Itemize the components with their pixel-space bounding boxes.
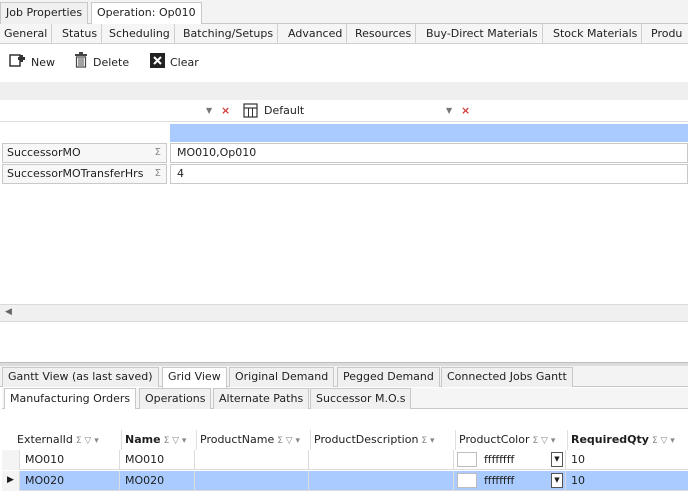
column-header-required-qty[interactable]: RequiredQty Σ ▽ ▾ xyxy=(568,430,688,450)
tab-successor-mos[interactable]: Successor M.O.s xyxy=(310,388,412,409)
table-row[interactable]: ▶ MO020 MO020 ffffffff ▼ 10 xyxy=(2,471,688,491)
subtab-produ[interactable]: Produ xyxy=(647,24,686,43)
tab-gantt-view[interactable]: Gantt View (as last saved) xyxy=(2,367,159,387)
subtab-general[interactable]: General xyxy=(0,24,53,43)
property-label-successor-mo: SuccessorMO Σ xyxy=(2,143,167,163)
cell-product-color[interactable]: ffffffff ▼ xyxy=(454,450,566,470)
column-header-label: ProductDescription xyxy=(314,433,419,446)
grid-sub-tab-bar: Manufacturing Orders Operations Alternat… xyxy=(2,388,688,409)
horizontal-scrollbar[interactable]: ◀ xyxy=(0,304,688,322)
color-swatch[interactable] xyxy=(457,452,477,467)
group-by-band xyxy=(0,82,688,100)
sigma-icon[interactable]: Σ xyxy=(155,165,161,183)
property-label-successor-mo-transfer-hrs: SuccessorMOTransferHrs Σ xyxy=(2,164,167,184)
tab-grid-view[interactable]: Grid View xyxy=(162,367,227,388)
cell-external-id[interactable]: MO020 xyxy=(20,471,120,491)
tab-connected-jobs-gantt[interactable]: Connected Jobs Gantt xyxy=(441,367,573,387)
cell-product-name[interactable] xyxy=(195,471,309,491)
clear-label: Clear xyxy=(170,56,199,69)
trash-icon xyxy=(74,52,88,74)
subtab-buy-direct-materials[interactable]: Buy-Direct Materials xyxy=(422,24,543,43)
new-button[interactable]: New xyxy=(9,53,55,74)
new-label: New xyxy=(31,56,55,69)
scroll-left-icon[interactable]: ◀ xyxy=(5,307,12,317)
cell-required-qty[interactable]: 10 xyxy=(566,450,688,470)
cell-external-id[interactable]: MO010 xyxy=(20,450,120,470)
column-header-label: RequiredQty xyxy=(571,433,649,446)
color-swatch[interactable] xyxy=(457,473,477,488)
subtab-resources[interactable]: Resources xyxy=(351,24,417,43)
row-indicator-current-icon[interactable]: ▶ xyxy=(2,471,20,491)
tab-alternate-paths[interactable]: Alternate Paths xyxy=(213,388,310,409)
toolbar: New Delete Clear xyxy=(0,44,688,82)
column-header-product-color[interactable]: ProductColor Σ ▽ ▾ xyxy=(456,430,568,450)
cell-product-color[interactable]: ffffffff ▼ xyxy=(454,471,566,491)
clear-button[interactable]: Clear xyxy=(150,52,199,74)
column-sum-filter-icon[interactable]: Σ ▽ ▾ xyxy=(164,436,187,446)
subtab-advanced[interactable]: Advanced xyxy=(284,24,348,43)
property-name: SuccessorMO xyxy=(7,146,81,159)
sigma-icon[interactable]: Σ xyxy=(155,144,161,162)
column-sum-filter-icon[interactable]: Σ ▽ ▾ xyxy=(652,436,675,446)
tab-pegged-demand[interactable]: Pegged Demand xyxy=(337,367,440,387)
color-value: ffffffff xyxy=(484,453,515,466)
color-value: ffffffff xyxy=(484,474,515,487)
column-header-external-id[interactable]: ExternalId Σ ▽ ▾ xyxy=(14,430,122,450)
bottom-tab-bar: Gantt View (as last saved) Grid View Ori… xyxy=(0,366,688,388)
subtab-scheduling[interactable]: Scheduling xyxy=(105,24,175,43)
cell-required-qty[interactable]: 10 xyxy=(566,471,688,491)
column-header-label: ProductName xyxy=(200,433,275,446)
column-header-label: Name xyxy=(125,433,161,446)
subtab-stock-materials[interactable]: Stock Materials xyxy=(549,24,643,43)
filter-dropdown-icon[interactable]: ▼ xyxy=(206,106,212,115)
layout-clear-icon[interactable]: × xyxy=(461,104,470,117)
column-header-label: ExternalId xyxy=(17,433,73,446)
table-row[interactable]: MO010 MO010 ffffffff ▼ 10 xyxy=(2,450,688,470)
property-name: SuccessorMOTransferHrs xyxy=(7,167,144,180)
new-icon xyxy=(9,53,26,74)
cell-product-description[interactable] xyxy=(309,471,454,491)
subtab-status[interactable]: Status xyxy=(58,24,103,43)
tab-manufacturing-orders[interactable]: Manufacturing Orders xyxy=(4,388,137,409)
column-header-product-description[interactable]: ProductDescription Σ ▾ xyxy=(311,430,456,450)
row-indicator[interactable] xyxy=(2,450,20,470)
property-value-successor-mo[interactable]: MO010,Op010 xyxy=(170,143,688,163)
delete-label: Delete xyxy=(93,56,130,69)
filter-clear-icon[interactable]: × xyxy=(221,104,230,117)
column-sum-filter-icon[interactable]: Σ ▽ ▾ xyxy=(76,436,99,446)
filter-bar: ▼ × Default ▼ × xyxy=(0,100,688,122)
column-sum-filter-icon[interactable]: Σ ▽ ▾ xyxy=(533,436,556,446)
cell-product-name[interactable] xyxy=(195,450,309,470)
layout-dropdown-icon[interactable]: ▼ xyxy=(446,106,452,115)
column-header-label: ProductColor xyxy=(459,433,530,446)
layout-grid-icon xyxy=(243,103,258,121)
property-value-successor-mo-transfer-hrs[interactable]: 4 xyxy=(170,164,688,184)
column-header-product-name[interactable]: ProductName Σ ▽ ▾ xyxy=(197,430,311,450)
cell-product-description[interactable] xyxy=(309,450,454,470)
tab-original-demand[interactable]: Original Demand xyxy=(229,367,335,387)
subtab-batching-setups[interactable]: Batching/Setups xyxy=(179,24,279,43)
operation-sub-tab-bar: General Status Scheduling Batching/Setup… xyxy=(0,24,688,44)
delete-button[interactable]: Delete xyxy=(74,52,130,74)
cell-name[interactable]: MO020 xyxy=(120,471,195,491)
tab-operation[interactable]: Operation: Op010 xyxy=(91,2,202,25)
property-value-header xyxy=(170,124,688,142)
cell-name[interactable]: MO010 xyxy=(120,450,195,470)
tab-operations[interactable]: Operations xyxy=(139,388,212,409)
top-tab-bar: Job Properties Operation: Op010 xyxy=(0,0,688,25)
tab-job-properties[interactable]: Job Properties xyxy=(0,2,89,24)
clear-icon xyxy=(150,52,165,74)
column-sum-filter-icon[interactable]: Σ ▾ xyxy=(421,436,434,446)
layout-name[interactable]: Default xyxy=(264,104,304,117)
chevron-down-icon[interactable]: ▼ xyxy=(551,452,563,467)
chevron-down-icon[interactable]: ▼ xyxy=(551,473,563,488)
column-header-name[interactable]: Name Σ ▽ ▾ xyxy=(122,430,197,450)
column-sum-filter-icon[interactable]: Σ ▽ ▾ xyxy=(277,436,300,446)
